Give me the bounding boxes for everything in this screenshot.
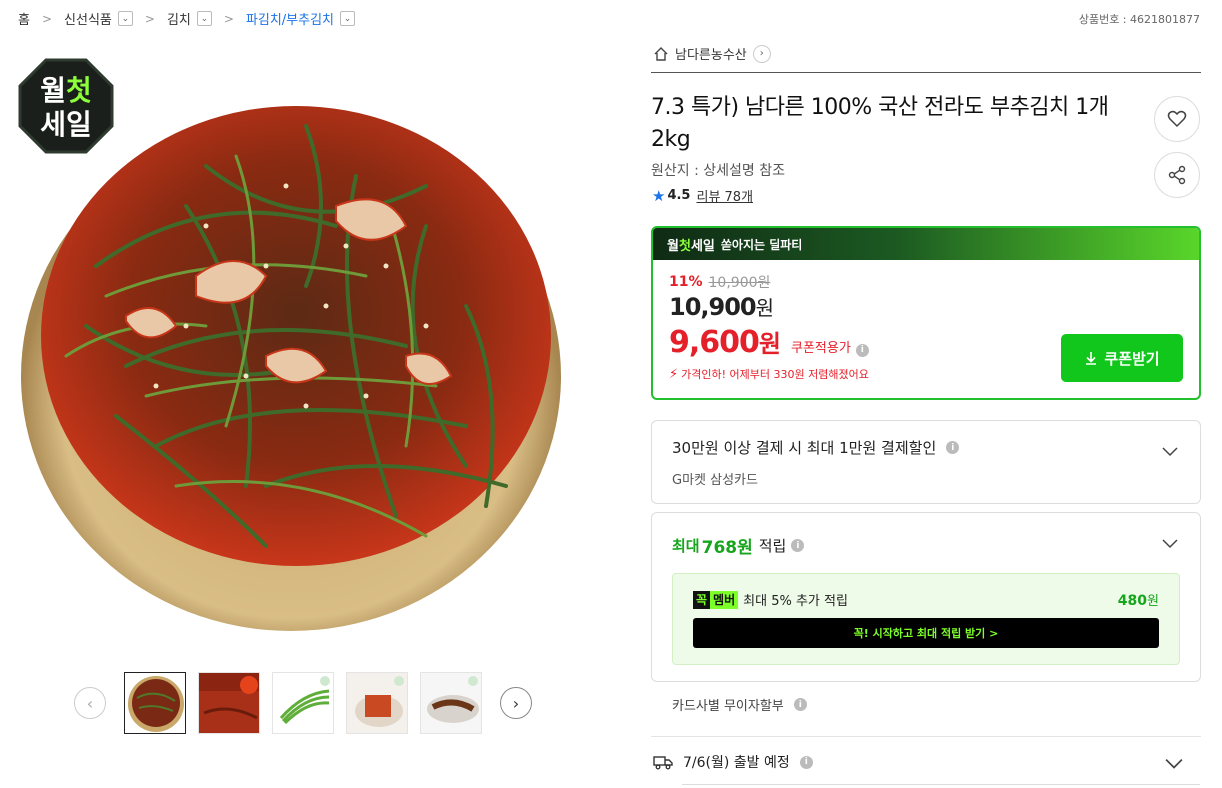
product-number: 상품번호 : 4621801877 [1078, 13, 1200, 26]
delivery-text: 7/6(월) 출발 예정 [683, 755, 790, 771]
prev-thumbnail-button[interactable]: ‹ [74, 687, 106, 719]
breadcrumb-level3-label: 파김치/부추김치 [245, 13, 335, 28]
lightning-icon: ⚡ [669, 366, 679, 382]
promo-word-3: 세일 [690, 238, 715, 254]
discount-percent: 11% [669, 274, 703, 290]
membership-points-unit: 원 [1147, 594, 1159, 609]
svg-text:월첫: 월첫 [40, 74, 92, 107]
svg-text:세일: 세일 [40, 108, 92, 141]
thumbnail-3[interactable] [272, 672, 334, 734]
price-drop-note: ⚡ 가격인하! 어제부터 330원 저렴해졌어요 [669, 366, 869, 382]
review-count-link[interactable]: 리뷰 78개 [696, 186, 753, 205]
current-price-unit: 원 [755, 296, 774, 320]
chevron-down-icon[interactable]: ⌄ [340, 11, 356, 26]
points-panel[interactable]: 최대 768원 적립 i 꼭 멤버 최대 5% 추가 적립 480원 꼭! 시작하… [651, 512, 1201, 682]
origin-info: 원산지 : 상세설명 참조 [651, 163, 785, 179]
star-icon: ★ [652, 186, 666, 205]
membership-logo-a: 꼭 [693, 590, 711, 609]
card-discount-panel[interactable]: 30만원 이상 결제 시 최대 1만원 결제할인 i G마켓 삼성카드 [651, 420, 1201, 504]
membership-points-amount: 480 [1117, 593, 1148, 609]
breadcrumb-level3[interactable]: 파김치/부추김치 ⌄ [245, 9, 356, 28]
seller-name: 남다른농수산 [675, 48, 747, 63]
chevron-down-icon[interactable] [1162, 443, 1178, 459]
chevron-down-icon[interactable] [1165, 754, 1183, 772]
membership-points: 480원 [1118, 590, 1159, 609]
coupon-price: 9,600 원 쿠폰적용가 i [669, 324, 869, 360]
breadcrumb-level1[interactable]: 신선식품 ⌄ [64, 9, 133, 28]
points-amount: 768원 [701, 538, 753, 558]
chevron-down-icon[interactable]: ⌄ [196, 11, 212, 26]
promo-bar: 월 첫 세일 쏟아지는 딜파티 [653, 228, 1199, 260]
thumbnail-5[interactable] [420, 672, 482, 734]
get-coupon-label: 쿠폰받기 [1104, 349, 1160, 368]
heart-icon [1167, 110, 1187, 128]
membership-logo: 꼭 멤버 [693, 590, 739, 609]
share-button[interactable] [1154, 152, 1200, 198]
info-icon[interactable]: i [799, 755, 813, 769]
divider [651, 72, 1201, 73]
coupon-price-label: 쿠폰적용가 [791, 341, 851, 356]
info-icon[interactable]: i [791, 539, 805, 552]
current-price: 10,900원 [669, 292, 774, 321]
store-home-icon [654, 46, 668, 61]
membership-cta-button[interactable]: 꼭! 시작하고 최대 적립 받기 > [693, 618, 1159, 648]
breadcrumb-separator-icon: > [41, 11, 53, 26]
breadcrumb-home[interactable]: 홈 [18, 9, 30, 28]
breadcrumb-separator-icon: > [144, 11, 155, 26]
delivery-info[interactable]: 7/6(월) 출발 예정 i [653, 752, 813, 772]
points-suffix: 적립 [758, 537, 787, 555]
membership-box: 꼭 멤버 최대 5% 추가 적립 480원 꼭! 시작하고 최대 적립 받기 > [672, 573, 1180, 665]
share-icon [1168, 165, 1186, 185]
get-coupon-button[interactable]: 쿠폰받기 [1061, 334, 1183, 382]
membership-text: 최대 5% 추가 적립 [743, 594, 848, 609]
seller-link[interactable]: 남다른농수산 › [653, 44, 771, 63]
points-prefix: 최대 [672, 537, 700, 555]
thumbnail-1[interactable] [124, 672, 186, 734]
original-price: 10,900원 [708, 275, 771, 291]
product-title: 7.3 특가) 남다른 100% 국산 전라도 부추김치 1개 2kg [651, 95, 1109, 152]
next-thumbnail-button[interactable]: › [500, 687, 532, 719]
card-discount-title: 30만원 이상 결제 시 최대 1만원 결제할인 i [672, 437, 960, 458]
promo-subtitle: 쏟아지는 딜파티 [720, 237, 803, 252]
thumbnail-4[interactable] [346, 672, 408, 734]
thumbnail-2[interactable] [198, 672, 260, 734]
points-title: 최대 768원 적립 i [672, 533, 805, 558]
thumbnail-strip: ‹ › [74, 672, 532, 734]
chevron-right-icon: › [752, 44, 771, 63]
info-icon[interactable]: i [855, 343, 869, 357]
truck-icon [653, 756, 673, 770]
chevron-down-icon[interactable] [1162, 535, 1178, 551]
breadcrumb-separator-icon: > [223, 11, 234, 26]
coupon-price-unit: 원 [758, 330, 781, 358]
discount-row: 11% 10,900원 [669, 272, 770, 292]
current-price-amount: 10,900 [669, 293, 757, 321]
membership-row: 꼭 멤버 최대 5% 추가 적립 480원 [693, 590, 1159, 609]
coupon-price-amount: 9,600 [669, 325, 760, 360]
installment-text: 카드사별 무이자할부 [672, 699, 784, 714]
card-discount-subtitle: G마켓 삼성카드 [672, 473, 758, 488]
rating: ★ 4.5 리뷰 78개 [652, 186, 753, 206]
wishlist-button[interactable] [1154, 96, 1200, 142]
chevron-down-icon[interactable]: ⌄ [117, 11, 133, 26]
divider [651, 736, 1201, 737]
promo-word-2: 첫 [678, 238, 691, 254]
breadcrumb-level2-label: 김치 [166, 13, 191, 28]
info-icon[interactable]: i [946, 441, 960, 454]
first-month-sale-badge: 월첫 세일 [18, 58, 114, 154]
breadcrumb-level1-label: 신선식품 [64, 13, 112, 28]
promo-word-1: 월 [667, 238, 679, 254]
price-box: 월 첫 세일 쏟아지는 딜파티 11% 10,900원 10,900원 9,600 … [651, 226, 1201, 400]
installment-info: 카드사별 무이자할부 i [672, 695, 807, 714]
divider [682, 784, 1200, 785]
breadcrumb-level2[interactable]: 김치 ⌄ [167, 9, 212, 28]
membership-logo-b: 멤버 [710, 590, 739, 609]
card-discount-title-text: 30만원 이상 결제 시 최대 1만원 결제할인 [672, 439, 937, 457]
rating-score: 4.5 [667, 188, 691, 203]
info-icon[interactable]: i [793, 698, 807, 711]
breadcrumb: 홈 > 신선식품 ⌄ > 김치 ⌄ > 파김치/부추김치 ⌄ [18, 9, 356, 28]
price-drop-text: 가격인하! 어제부터 330원 저렴해졌어요 [681, 368, 869, 381]
download-icon [1086, 352, 1097, 365]
